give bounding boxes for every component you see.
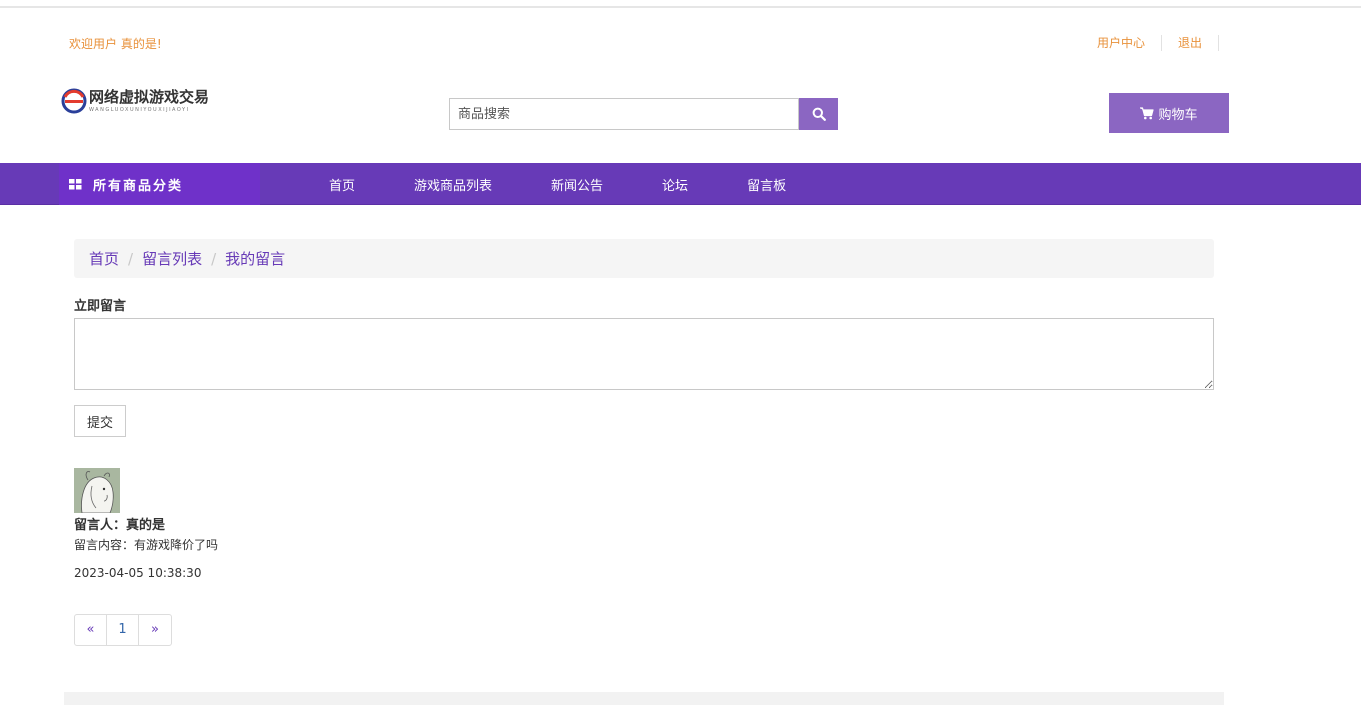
message-form-label: 立即留言	[74, 299, 127, 314]
nav-item-news[interactable]: 新闻公告	[551, 175, 603, 194]
logo-subtitle: WANGLUOXUNIYOUXIJIAOYI	[89, 107, 190, 113]
breadcrumb-separator: /	[211, 249, 217, 268]
main-navbar: 所有商品分类 首页 游戏商品列表 新闻公告 论坛 留言板	[0, 163, 1361, 205]
avatar	[74, 468, 120, 513]
nav-item-forum[interactable]: 论坛	[662, 175, 688, 194]
pagination-prev[interactable]: «	[74, 614, 107, 646]
search-input[interactable]	[449, 98, 799, 130]
message-textarea[interactable]	[74, 318, 1214, 390]
pagination: « 1 »	[74, 614, 172, 646]
logout-link[interactable]: 退出	[1162, 35, 1219, 51]
message-time: 2023-04-05 10:38:30	[74, 566, 202, 580]
all-categories-button[interactable]: 所有商品分类	[59, 163, 260, 205]
all-categories-label: 所有商品分类	[93, 178, 184, 194]
message-content: 留言内容：有游戏降价了吗	[74, 538, 219, 552]
site-logo[interactable]: 网络虚拟游戏交易 WANGLUOXUNIYOUXIJIAOYI	[61, 88, 231, 120]
cart-button[interactable]: 购物车	[1109, 93, 1229, 133]
search-bar	[449, 98, 838, 130]
nav-item-home[interactable]: 首页	[329, 175, 355, 194]
user-center-link[interactable]: 用户中心	[1081, 35, 1162, 51]
cart-icon	[1140, 106, 1155, 119]
pagination-next[interactable]: »	[138, 614, 172, 646]
message-poster: 留言人：真的是	[74, 518, 166, 533]
search-button[interactable]	[799, 98, 838, 130]
submit-button[interactable]: 提交	[74, 405, 126, 437]
breadcrumb: 首页 / 留言列表 / 我的留言	[74, 239, 1214, 278]
nav-menu: 首页 游戏商品列表 新闻公告 论坛 留言板	[329, 163, 845, 205]
breadcrumb-home[interactable]: 首页	[89, 248, 119, 269]
breadcrumb-message-list[interactable]: 留言列表	[142, 248, 202, 269]
welcome-text: 欢迎用户 真的是!	[69, 37, 162, 51]
pagination-page-1[interactable]: 1	[106, 614, 139, 646]
top-border	[0, 6, 1361, 8]
logo-title: 网络虚拟游戏交易	[89, 88, 210, 106]
logo-text: 网络虚拟游戏交易 WANGLUOXUNIYOUXIJIAOYI	[89, 88, 209, 114]
grid-icon	[69, 178, 82, 189]
nav-item-message-board[interactable]: 留言板	[747, 175, 786, 194]
footer	[64, 692, 1224, 705]
breadcrumb-separator: /	[128, 249, 134, 268]
nav-item-game-products[interactable]: 游戏商品列表	[414, 175, 492, 194]
breadcrumb-my-messages[interactable]: 我的留言	[225, 248, 285, 269]
top-links: 用户中心 退出	[1081, 35, 1219, 51]
cart-label: 购物车	[1158, 107, 1198, 123]
logo-icon	[61, 88, 87, 114]
search-icon	[812, 107, 826, 121]
